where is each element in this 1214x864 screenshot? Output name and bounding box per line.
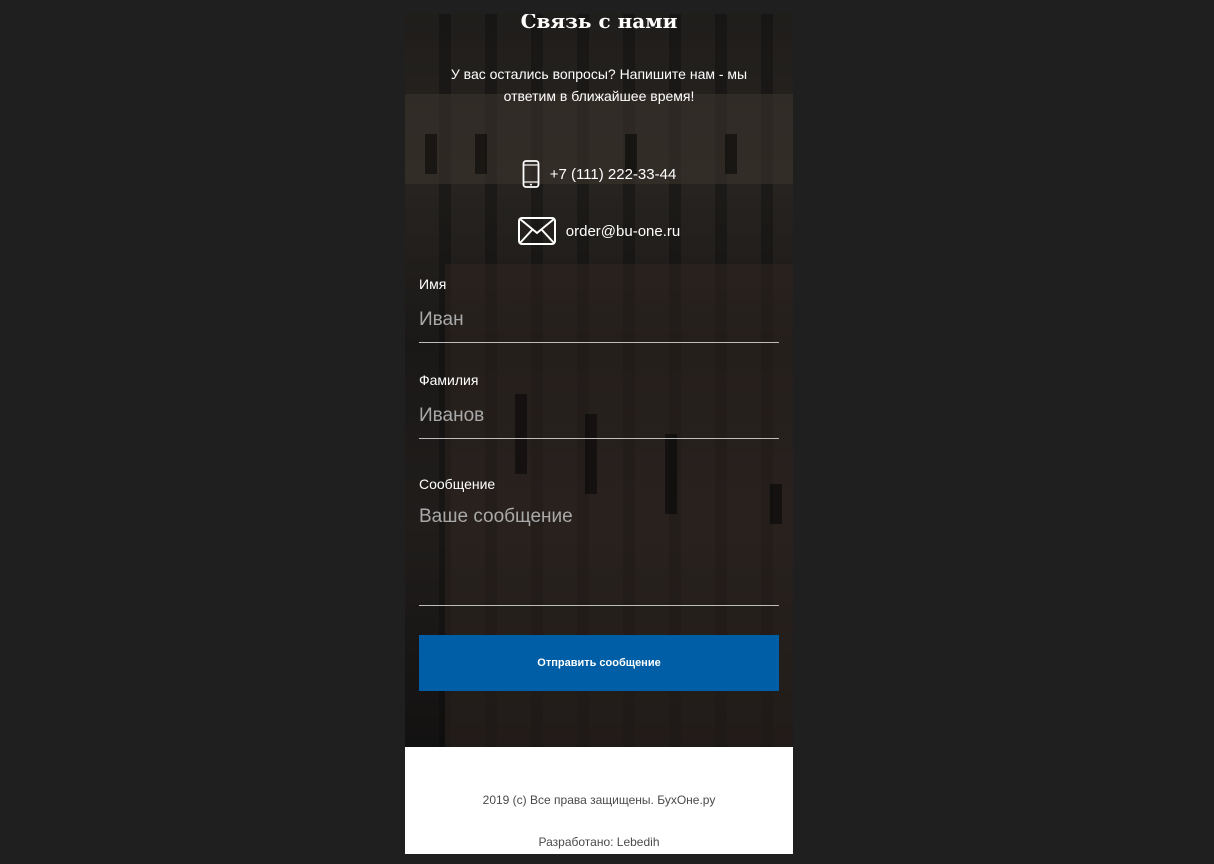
- message-field[interactable]: [419, 506, 779, 606]
- last-name-field[interactable]: [419, 402, 779, 439]
- phone-icon: [522, 160, 540, 188]
- copyright-text: 2019 (c) Все права защищены. БухОне.ру: [482, 793, 716, 807]
- last-name-label: Фамилия: [419, 372, 479, 388]
- envelope-icon: [517, 217, 556, 245]
- section-title: Связь с нами: [520, 14, 678, 33]
- message-label: Сообщение: [419, 476, 496, 492]
- send-message-button[interactable]: Отправить сообщение: [419, 635, 779, 691]
- first-name-label: Имя: [419, 276, 447, 292]
- section-subtitle: У вас остались вопросы? Напишите нам - м…: [450, 66, 748, 104]
- first-name-field[interactable]: [419, 306, 779, 343]
- phone-row[interactable]: +7 (111) 222-33-44: [405, 160, 793, 188]
- page-frame: Связь с нами У вас остались вопросы? Нап…: [405, 14, 793, 854]
- email-address[interactable]: order@bu-one.ru: [566, 223, 680, 240]
- email-row[interactable]: order@bu-one.ru: [405, 217, 793, 245]
- footer: 2019 (c) Все права защищены. БухОне.ру Р…: [405, 747, 793, 854]
- background-window: [665, 434, 677, 514]
- contact-section: Связь с нами У вас остались вопросы? Нап…: [405, 14, 793, 747]
- phone-number[interactable]: +7 (111) 222-33-44: [550, 166, 677, 183]
- developer-credit: Разработано: Lebedih: [538, 835, 660, 849]
